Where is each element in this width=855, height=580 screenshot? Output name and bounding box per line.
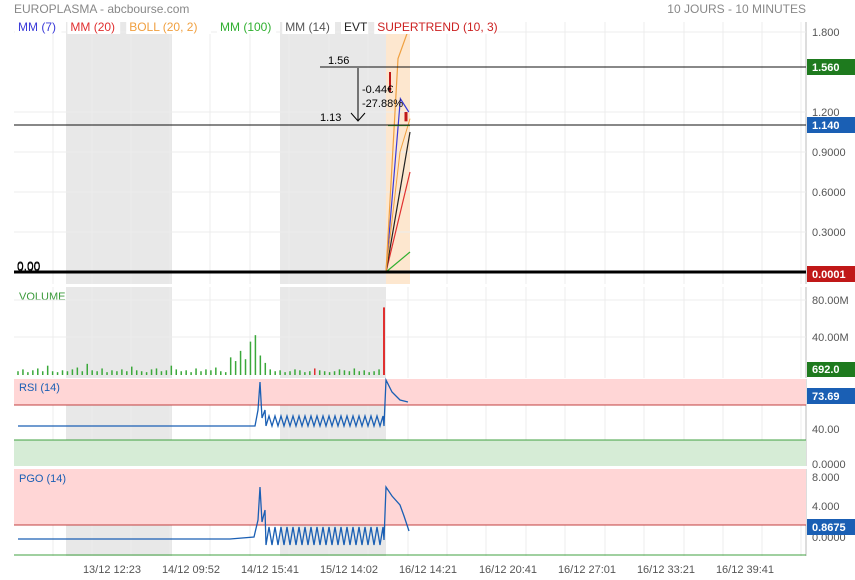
pgo-panel: PGO (14) 8.0004.0000.00000.8675 (14, 469, 855, 556)
legend-item: MM (7) (18, 20, 56, 34)
rsi-badge-label: 73.69 (812, 391, 840, 403)
price-session-shade (66, 22, 172, 284)
legend-item: MM (100) (220, 20, 271, 34)
legend: MM (7) MM (20) BOLL (20, 2) MM (100) MM (14)… (15, 19, 498, 34)
period-label: 10 JOURS - 10 MINUTES (667, 2, 806, 16)
x-tick-label: 16/12 39:41 (716, 564, 774, 576)
legend-item: MM (20) (70, 20, 115, 34)
x-tick-label: 15/12 14:02 (320, 564, 378, 576)
change-pct-label: -27.88% (362, 98, 403, 110)
rsi-y-tick-label: 0.0000 (812, 459, 846, 471)
price-y-tick-label: 0.3000 (812, 227, 846, 239)
price-badge-label: 1.140 (812, 120, 840, 132)
volume-panel: VOLUME 80.00M 40.00M 692.0 (14, 287, 855, 378)
volume-y-tick-label: 80.00M (812, 295, 849, 307)
x-tick-label: 13/12 12:23 (83, 564, 141, 576)
pgo-y-tick-label: 8.000 (812, 472, 840, 484)
x-tick-label: 14/12 15:41 (241, 564, 299, 576)
chart-title: EUROPLASMA - abcbourse.com (14, 2, 189, 16)
pgo-label: PGO (14) (19, 473, 66, 485)
change-abs-label: -0.44€ (362, 84, 393, 96)
x-tick-label: 16/12 27:01 (558, 564, 616, 576)
volume-session-shade (280, 287, 386, 378)
rsi-overbought-zone (14, 379, 806, 405)
high-annotation-label: 1.56 (328, 55, 349, 67)
rsi-panel: RSI (14) 40.00 0.0000 73.69 (14, 377, 855, 471)
price-y-tick-label: 0.6000 (812, 187, 846, 199)
x-tick-label: 16/12 20:41 (479, 564, 537, 576)
x-tick-label: 16/12 14:21 (399, 564, 457, 576)
rsi-label: RSI (14) (19, 382, 60, 394)
price-panel: 1.8001.2000.90000.60000.30001.5601.1400.… (14, 22, 855, 284)
volume-session-shade (66, 287, 172, 378)
volume-badge-label: 692.0 (812, 364, 840, 376)
price-badge-label: 1.560 (812, 62, 840, 74)
x-tick-label: 16/12 33:21 (637, 564, 695, 576)
price-y-tick-label: 0.9000 (812, 147, 846, 159)
low-annotation-label: 1.13 (320, 112, 341, 124)
price-badge-label: 0.0001 (812, 269, 846, 281)
x-tick-label: 14/12 09:52 (162, 564, 220, 576)
legend-item: SUPERTREND (10, 3) (377, 20, 497, 34)
left-zero-label: 0.00 (17, 260, 41, 274)
price-y-tick-label: 1.800 (812, 27, 840, 39)
volume-label: VOLUME (19, 291, 65, 303)
legend-item: BOLL (20, 2) (129, 20, 197, 34)
legend-item: MM (14) (285, 20, 330, 34)
x-axis: 13/12 12:23 14/12 09:52 14/12 15:41 15/12 1… (83, 564, 774, 576)
volume-y-tick-label: 40.00M (812, 332, 849, 344)
pgo-upper-zone (14, 469, 806, 525)
pgo-badge-label: 0.8675 (812, 522, 846, 534)
legend-item: EVT (344, 20, 368, 34)
rsi-y-tick-label: 40.00 (812, 424, 840, 436)
chart-canvas: EUROPLASMA - abcbourse.com 10 JOURS - 10… (14, 2, 855, 576)
pgo-y-tick-label: 4.000 (812, 501, 840, 513)
rsi-oversold-zone (14, 440, 806, 466)
